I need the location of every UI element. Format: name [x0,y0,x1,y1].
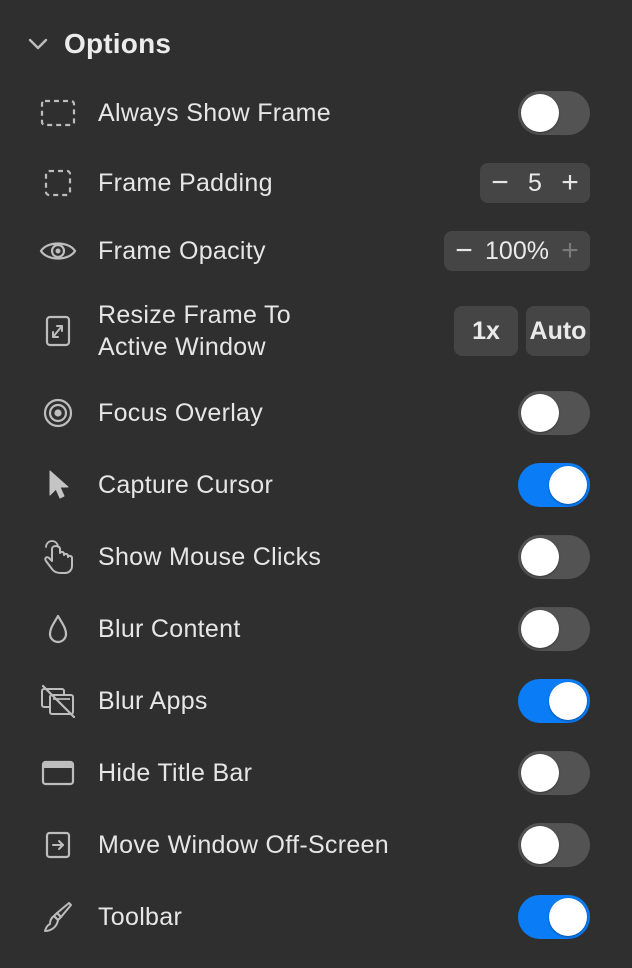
options-section-header[interactable]: Options [26,22,171,66]
option-label: Frame Opacity [98,237,266,265]
option-focus-overlay: Focus Overlay [0,390,632,436]
move-window-offscreen-toggle[interactable] [518,823,590,867]
toggle-knob [521,94,559,132]
resize-1x-button[interactable]: 1x [454,306,518,356]
option-always-show-frame: Always Show Frame [0,90,632,136]
frame-opacity-value[interactable]: 100% [478,237,556,266]
toggle-knob [521,610,559,648]
target-icon [38,393,78,433]
dashed-frame-icon [38,93,78,133]
frame-padding-increment-button[interactable]: + [556,166,584,200]
frame-opacity-decrement-button[interactable]: − [450,234,478,268]
toggle-knob [549,682,587,720]
option-label: Move Window Off-Screen [98,831,389,859]
toggle-knob [521,538,559,576]
resize-icon [38,311,78,351]
toggle-knob [521,826,559,864]
focus-overlay-toggle[interactable] [518,391,590,435]
option-blur-apps: Blur Apps [0,678,632,724]
option-label: Focus Overlay [98,399,264,427]
show-mouse-clicks-toggle[interactable] [518,535,590,579]
option-label: Blur Apps [98,687,208,715]
capture-cursor-toggle[interactable] [518,463,590,507]
option-label: Hide Title Bar [98,759,253,787]
cursor-arrow-icon [38,465,78,505]
toggle-knob [521,394,559,432]
option-label: Show Mouse Clicks [98,543,322,571]
option-label: Blur Content [98,615,241,643]
eye-icon [38,231,78,271]
resize-auto-button[interactable]: Auto [526,306,590,356]
option-label: Always Show Frame [98,99,331,127]
toggle-knob [549,466,587,504]
toolbar-toggle[interactable] [518,895,590,939]
option-label-line1: Resize Frame To [98,301,291,329]
paintbrush-icon [38,897,78,937]
section-title: Options [64,28,172,59]
toggle-knob [521,754,559,792]
option-toolbar: Toolbar [0,894,632,940]
option-frame-padding: Frame Padding − 5 + [0,162,632,204]
option-hide-title-bar: Hide Title Bar [0,750,632,796]
frame-opacity-stepper: − 100% + [444,231,590,271]
option-blur-content: Blur Content [0,606,632,652]
windows-slash-icon [38,681,78,721]
option-capture-cursor: Capture Cursor [0,462,632,508]
arrow-into-box-icon [38,825,78,865]
dashed-square-icon [38,163,78,203]
frame-padding-stepper: − 5 + [480,163,590,203]
option-resize-frame: Resize Frame To Active Window 1x Auto [0,298,632,364]
frame-opacity-increment-button[interactable]: + [556,234,584,268]
hide-title-bar-toggle[interactable] [518,751,590,795]
pointing-hand-icon [38,537,78,577]
option-frame-opacity: Frame Opacity − 100% + [0,230,632,272]
option-label: Toolbar [98,903,183,931]
drop-icon [38,609,78,649]
frame-padding-decrement-button[interactable]: − [486,166,514,200]
always-show-frame-toggle[interactable] [518,91,590,135]
blur-apps-toggle[interactable] [518,679,590,723]
option-label-line2: Active Window [98,333,266,361]
blur-content-toggle[interactable] [518,607,590,651]
toggle-knob [549,898,587,936]
window-icon [38,753,78,793]
chevron-down-icon[interactable] [26,32,50,56]
option-move-window-offscreen: Move Window Off-Screen [0,822,632,868]
option-label: Frame Padding [98,169,273,197]
option-label: Capture Cursor [98,471,274,499]
frame-padding-value[interactable]: 5 [514,169,556,198]
option-show-mouse-clicks: Show Mouse Clicks [0,534,632,580]
